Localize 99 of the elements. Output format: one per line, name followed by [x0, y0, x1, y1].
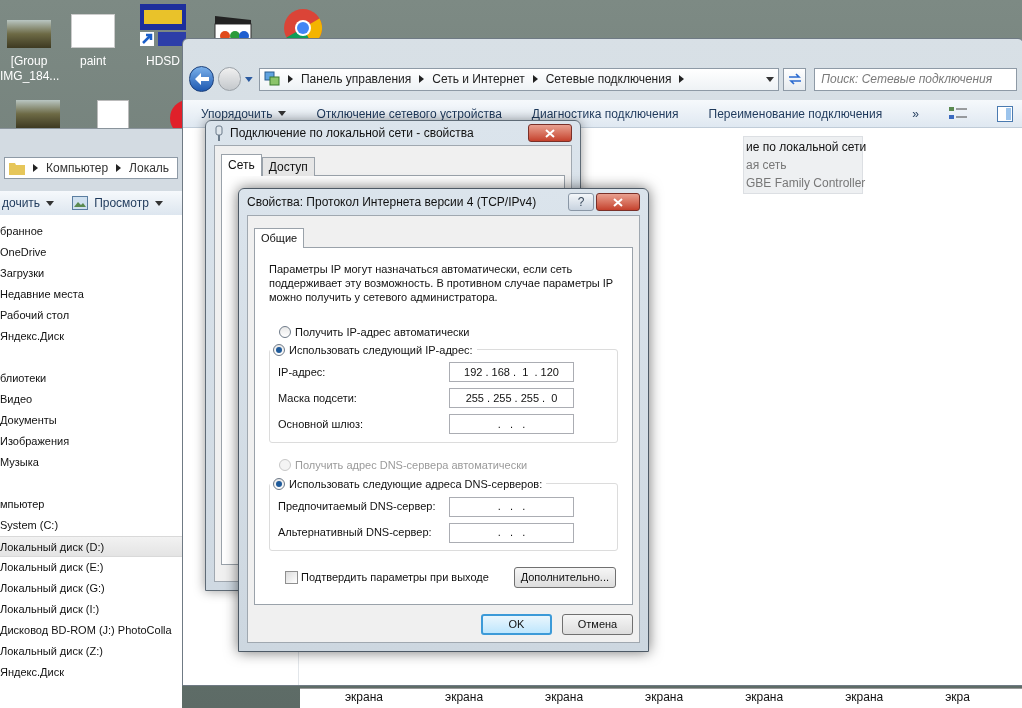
- toolbar-button[interactable]: Отключение сетевого устройства: [316, 104, 502, 123]
- nav-item[interactable]: System (C:): [0, 515, 182, 536]
- nav-item[interactable]: Локальный диск (D:): [0, 536, 182, 557]
- nav-item[interactable]: Загрузки: [0, 263, 182, 284]
- folder-icon: [9, 161, 25, 175]
- nav-item[interactable]: Локальный диск (I:): [0, 599, 182, 620]
- tab[interactable]: Сеть: [221, 154, 262, 176]
- radio-button[interactable]: [273, 343, 285, 356]
- view-icon: [72, 196, 89, 210]
- nav-item[interactable]: Музыка: [0, 452, 182, 473]
- arrow-left-icon: [194, 73, 209, 85]
- description-text: Параметры IP могут назначаться автоматически, если сеть поддерживает эту возможность. В противном случае параметры IP можно получить у сетевого администратора.: [269, 262, 614, 304]
- breadcrumb-item[interactable]: Сеть и Интернет: [432, 70, 525, 88]
- breadcrumb-item[interactable]: Компьютер: [46, 159, 109, 177]
- dialog-button[interactable]: Отмена: [562, 614, 633, 635]
- refresh-icon: [787, 73, 802, 85]
- field-label: Альтернативный DNS-сервер:: [278, 525, 432, 541]
- window-title: Подключение по локальной сети - свойства: [230, 125, 475, 142]
- photo-thumbnail-icon: [7, 20, 51, 48]
- file-name[interactable]: экрана: [845, 689, 884, 705]
- back-button[interactable]: [189, 66, 215, 92]
- preview-pane-icon: [996, 105, 1013, 122]
- nav-group-heading[interactable]: бранное: [0, 221, 182, 242]
- search-field[interactable]: Поиск: Сетевые подключения: [814, 67, 1017, 91]
- chevron-right-icon: [532, 75, 538, 83]
- tab[interactable]: Общие: [254, 228, 305, 248]
- close-icon: [613, 197, 623, 207]
- network-icon: [264, 71, 280, 87]
- radio-label: Получить IP-адрес автоматически: [295, 325, 470, 340]
- close-button[interactable]: [528, 124, 572, 142]
- field-label: Предпочитаемый DNS-сервер:: [278, 499, 436, 515]
- desktop-icon-label[interactable]: HDSD: [146, 54, 180, 69]
- ip-address-field[interactable]: 255 . 255 . 255 . 0: [449, 388, 574, 408]
- nav-item[interactable]: Документы: [0, 410, 182, 431]
- ip-address-field[interactable]: . . .: [449, 496, 574, 517]
- image-file-icon: [71, 14, 115, 48]
- nav-item[interactable]: Локальный диск (G:): [0, 578, 182, 599]
- field-label: Основной шлюз:: [278, 416, 364, 432]
- checkbox[interactable]: [285, 571, 298, 584]
- refresh-button[interactable]: [783, 67, 807, 91]
- tab[interactable]: Доступ: [261, 157, 315, 176]
- radio-button[interactable]: [273, 478, 285, 491]
- toolbar-button[interactable]: Переименование подключения: [708, 104, 883, 123]
- nav-item[interactable]: OneDrive: [0, 242, 182, 263]
- file-name[interactable]: экра: [945, 689, 970, 705]
- nav-group-heading[interactable]: мпьютер: [0, 494, 182, 515]
- chevron-right-icon: [288, 75, 293, 83]
- nav-item[interactable]: Недавние места: [0, 284, 182, 305]
- field-label: Маска подсети:: [278, 390, 357, 406]
- shortcut-icon: [140, 4, 186, 48]
- toolbar-button[interactable]: дочить: [0, 194, 57, 212]
- address-bar[interactable]: Панель управления Сеть и Интернет Сетевые подключения: [259, 67, 780, 91]
- chevron-right-icon: [679, 75, 685, 83]
- nav-item[interactable]: Изображения: [0, 431, 182, 452]
- desktop-icon-label[interactable]: [Group IMG_184...: [0, 54, 58, 84]
- view-options-icon: [948, 105, 967, 122]
- advanced-button[interactable]: Дополнительно...: [513, 567, 616, 588]
- checkbox-label: Подтвердить параметры при выходе: [301, 570, 489, 586]
- radio-label: Использовать следующий IP-адрес:: [289, 342, 473, 358]
- toolbar-button[interactable]: Просмотр: [70, 194, 165, 212]
- dialog-button[interactable]: OK: [481, 614, 552, 635]
- nav-item[interactable]: Яндекс.Диск: [0, 326, 182, 347]
- close-button[interactable]: [596, 193, 640, 211]
- nav-item[interactable]: Дисковод BD-ROM (J:) PhotoColla: [0, 620, 182, 641]
- photo-thumbnail-icon: [15, 100, 60, 128]
- breadcrumb-item[interactable]: Сетевые подключения: [545, 70, 672, 88]
- ip-address-field[interactable]: . . .: [449, 522, 574, 543]
- nav-item[interactable]: Яндекс.Диск: [0, 662, 182, 683]
- breadcrumb-item[interactable]: Локаль: [129, 159, 170, 177]
- caret-down-icon: [766, 76, 775, 82]
- ip-address-field[interactable]: . . .: [449, 414, 574, 434]
- chevron-right-icon: [419, 75, 425, 83]
- nav-group-heading[interactable]: блиотеки: [0, 368, 182, 389]
- toolbar-button[interactable]: Упорядочить: [201, 104, 287, 123]
- file-name[interactable]: экрана: [745, 689, 784, 705]
- network-plug-icon: [214, 125, 224, 141]
- file-name[interactable]: экрана: [445, 689, 484, 705]
- file-name[interactable]: экрана: [345, 689, 384, 705]
- breadcrumb-item[interactable]: Панель управления: [301, 70, 412, 88]
- chevron-right-icon: [116, 164, 122, 172]
- desktop-icon-label[interactable]: paint: [80, 54, 106, 69]
- nav-item[interactable]: Локальный диск (Z:): [0, 641, 182, 662]
- nav-item[interactable]: Локальный диск (E:): [0, 557, 182, 578]
- radio-label: Использовать следующие адреса DNS-серверов:: [289, 477, 543, 492]
- close-icon: [545, 128, 555, 138]
- help-button[interactable]: ?: [568, 193, 594, 211]
- window-title: Свойства: Протокол Интернета версии 4 (TCP/IPv4): [247, 194, 538, 211]
- radio-button[interactable]: [279, 326, 291, 339]
- file-name[interactable]: экрана: [545, 689, 584, 705]
- ip-address-field[interactable]: 192 . 168 . 1 . 120: [449, 362, 574, 382]
- toolbar-button[interactable]: »: [912, 104, 919, 123]
- radio-label: Получить адрес DNS-сервера автоматически: [295, 457, 528, 473]
- chevron-right-icon: [33, 164, 38, 172]
- caret-down-icon: [245, 76, 253, 82]
- file-name[interactable]: экрана: [645, 689, 684, 705]
- nav-item[interactable]: Видео: [0, 389, 182, 410]
- toolbar-button[interactable]: Диагностика подключения: [531, 104, 679, 123]
- nav-item[interactable]: Рабочий стол: [0, 305, 182, 326]
- field-label: IP-адрес:: [278, 364, 326, 380]
